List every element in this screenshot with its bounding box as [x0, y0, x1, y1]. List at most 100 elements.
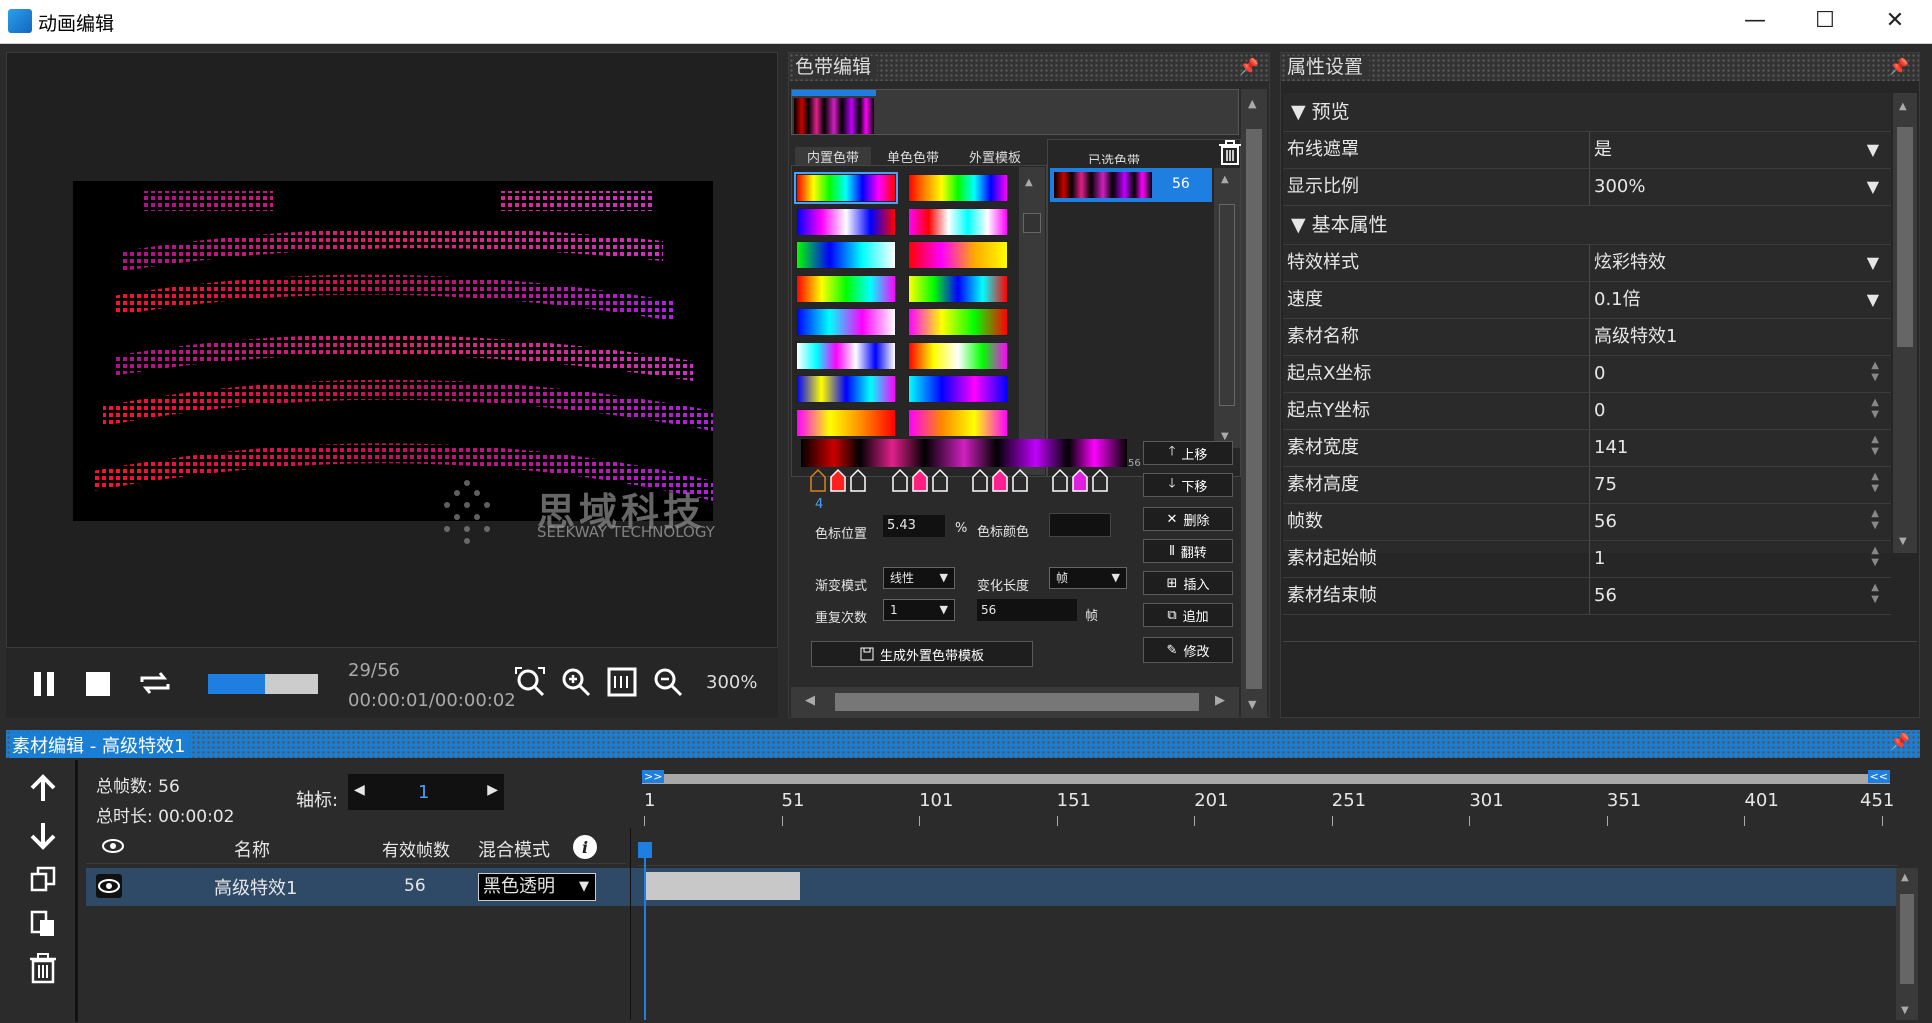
- delete-band-button[interactable]: [1217, 139, 1243, 167]
- spin-arrows-icon[interactable]: ▲ ▼: [1871, 545, 1879, 569]
- copy-button[interactable]: [28, 864, 58, 894]
- chevron-down-icon[interactable]: ▼: [1867, 245, 1879, 281]
- band-swatch[interactable]: [796, 241, 896, 269]
- band-swatch[interactable]: [908, 274, 1008, 303]
- color-band-scrollbar[interactable]: ▲ ▼: [1241, 89, 1267, 717]
- property-value[interactable]: 是 ▼: [1590, 132, 1891, 168]
- reverse-button[interactable]: ⫴ 翻转: [1143, 539, 1233, 563]
- zoom-out-button[interactable]: [652, 666, 684, 698]
- modify-button[interactable]: ✎ 修改: [1143, 637, 1233, 663]
- property-value[interactable]: 1 ▲ ▼: [1590, 541, 1891, 577]
- layer-row[interactable]: 高级特效1 56 黑色透明 ▼: [86, 868, 1896, 906]
- band-swatch[interactable]: [796, 408, 896, 437]
- property-value[interactable]: 炫彩特效 ▼: [1590, 245, 1891, 281]
- band-swatch[interactable]: [796, 207, 896, 236]
- band-swatch[interactable]: [796, 274, 896, 303]
- marker-pos-input[interactable]: 5.43: [883, 515, 945, 537]
- chevron-down-icon[interactable]: ▼: [1867, 282, 1879, 318]
- change-len-select[interactable]: 帧 ▼: [1049, 567, 1127, 589]
- selected-band-item[interactable]: 56: [1050, 168, 1212, 202]
- maximize-button[interactable]: ☐: [1805, 6, 1845, 36]
- grad-mode-select[interactable]: 线性 ▼: [883, 567, 955, 589]
- current-band-preview[interactable]: [794, 98, 874, 134]
- property-value[interactable]: 0 ▲ ▼: [1590, 356, 1891, 392]
- band-swatch[interactable]: [908, 308, 1008, 336]
- paste-button[interactable]: [28, 908, 58, 938]
- spin-arrows-icon[interactable]: ▲ ▼: [1871, 508, 1879, 532]
- band-swatch[interactable]: [908, 241, 1008, 269]
- band-swatch[interactable]: [796, 341, 896, 370]
- property-value[interactable]: 高级特效1: [1590, 319, 1891, 355]
- layer-visibility-toggle[interactable]: [96, 874, 122, 898]
- spin-arrows-icon[interactable]: ▲ ▼: [1871, 471, 1879, 495]
- spin-arrows-icon[interactable]: ▲ ▼: [1871, 397, 1879, 421]
- property-value[interactable]: 300% ▼: [1590, 169, 1891, 205]
- marker-color-swatch[interactable]: [1049, 513, 1111, 537]
- band-swatch[interactable]: [796, 375, 896, 403]
- playhead-track[interactable]: [638, 830, 1898, 866]
- col-blend: 混合模式: [478, 840, 550, 861]
- loop-button[interactable]: [138, 668, 172, 698]
- property-value[interactable]: 141 ▲ ▼: [1590, 430, 1891, 466]
- band-swatch[interactable]: [908, 375, 1008, 403]
- band-swatch[interactable]: [908, 408, 1008, 437]
- close-button[interactable]: ✕: [1875, 6, 1915, 36]
- append-button[interactable]: ⧉ 追加: [1143, 603, 1233, 627]
- info-icon[interactable]: i: [572, 834, 598, 860]
- spin-arrows-icon[interactable]: ▲ ▼: [1871, 360, 1879, 384]
- property-value[interactable]: 75 ▲ ▼: [1590, 467, 1891, 503]
- tab-selected[interactable]: 已选色带: [1088, 150, 1168, 164]
- playback-progress[interactable]: [208, 674, 318, 694]
- move-up-button[interactable]: 🡑 上移: [1143, 441, 1233, 465]
- selected-scrollbar[interactable]: ▲ ▼: [1214, 168, 1240, 448]
- band-grid-scrollbar[interactable]: ▲ ▼: [1019, 167, 1045, 475]
- material-scrollbar[interactable]: ▲ ▼: [1896, 868, 1918, 1020]
- band-swatch[interactable]: [908, 341, 1008, 370]
- pause-button[interactable]: [32, 670, 58, 698]
- zoom-in-button[interactable]: [560, 666, 592, 698]
- spin-arrows-icon[interactable]: ▲ ▼: [1871, 582, 1879, 606]
- group-basic[interactable]: ▼ 基本属性: [1283, 206, 1891, 245]
- minimize-button[interactable]: —: [1735, 6, 1775, 36]
- pin-icon[interactable]: 📌: [1889, 53, 1909, 81]
- timeline-ruler[interactable]: >> << 1 51 101 151 201 251 301 351 401 451: [638, 770, 1894, 826]
- chevron-right-icon[interactable]: ▶: [487, 782, 498, 798]
- chevron-left-icon[interactable]: ◀: [354, 782, 365, 798]
- move-down-layer-button[interactable]: [28, 820, 58, 850]
- eye-icon[interactable]: [102, 838, 124, 854]
- chevron-down-icon: ▼: [939, 571, 948, 584]
- property-value[interactable]: 0.1倍 ▼: [1590, 282, 1891, 318]
- delete-marker-button[interactable]: ✕ 删除: [1143, 507, 1233, 531]
- pin-icon[interactable]: 📌: [1890, 732, 1910, 751]
- blend-mode-select[interactable]: 黑色透明 ▼: [478, 873, 596, 901]
- layer-clip-bar[interactable]: [644, 872, 800, 900]
- insert-button[interactable]: ⊞ 插入: [1143, 571, 1233, 595]
- chevron-down-icon[interactable]: ▼: [1867, 169, 1879, 205]
- zoom-actual-button[interactable]: [606, 666, 638, 698]
- pin-icon[interactable]: 📌: [1239, 53, 1259, 81]
- property-value[interactable]: 56 ▲ ▼: [1590, 504, 1891, 540]
- gradient-markers[interactable]: [807, 467, 1127, 493]
- group-preview[interactable]: ▼ 预览: [1283, 93, 1891, 132]
- band-swatch[interactable]: [794, 172, 898, 204]
- band-swatch[interactable]: [796, 308, 896, 336]
- band-swatch[interactable]: [908, 207, 1008, 236]
- move-down-button[interactable]: 🡓 下移: [1143, 473, 1233, 497]
- repeat-select[interactable]: 1 ▼: [883, 599, 955, 621]
- move-up-layer-button[interactable]: [28, 774, 58, 804]
- delete-layer-button[interactable]: [28, 952, 58, 984]
- frames-input[interactable]: 56: [977, 599, 1077, 621]
- axis-stepper[interactable]: ◀ 1 ▶: [348, 774, 504, 810]
- color-band-hscrollbar[interactable]: ◀ ▶: [791, 687, 1239, 717]
- stop-button[interactable]: [86, 672, 110, 696]
- generate-template-button[interactable]: 生成外置色带模板: [811, 641, 1033, 667]
- band-swatch[interactable]: [908, 174, 1008, 202]
- chevron-down-icon[interactable]: ▼: [1867, 132, 1879, 168]
- properties-scrollbar[interactable]: ▲ ▼: [1893, 93, 1917, 553]
- gradient-marker-strip[interactable]: [801, 439, 1127, 467]
- preview-panel: 思域科技 SEEKWAY TECHNOLOGY: [6, 52, 778, 648]
- property-value[interactable]: 0 ▲ ▼: [1590, 393, 1891, 429]
- spin-arrows-icon[interactable]: ▲ ▼: [1871, 434, 1879, 458]
- zoom-fit-button[interactable]: [514, 666, 546, 698]
- property-value[interactable]: 56 ▲ ▼: [1590, 578, 1891, 614]
